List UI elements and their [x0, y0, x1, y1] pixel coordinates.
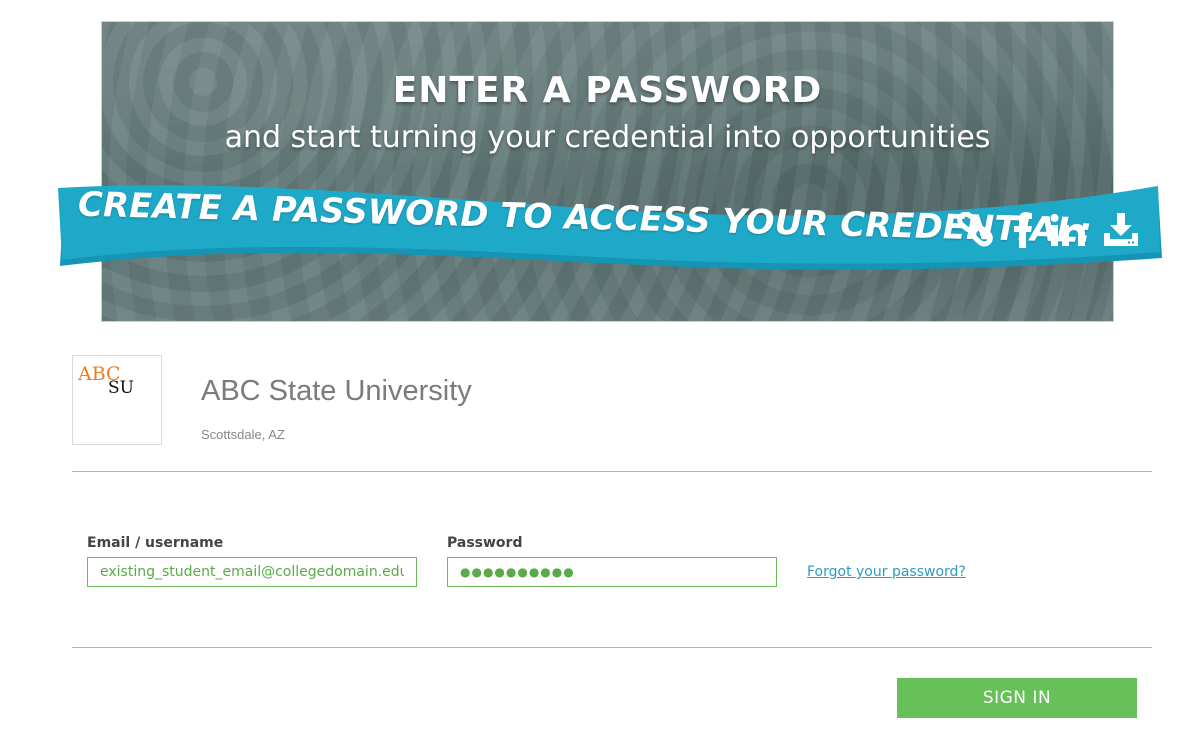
email-label: Email / username	[87, 535, 224, 551]
password-label: Password	[447, 535, 523, 551]
forgot-password-link[interactable]: Forgot your password?	[807, 564, 966, 580]
hero-banner: ENTER A PASSWORD and start turning your …	[101, 21, 1114, 322]
school-logo: ABC SU	[72, 355, 162, 445]
banner-background-image	[102, 22, 1113, 321]
banner-title: ENTER A PASSWORD	[392, 70, 823, 111]
email-field[interactable]	[87, 557, 417, 587]
link-icon	[957, 212, 993, 247]
logo-text-su: SU	[108, 378, 134, 398]
password-field[interactable]	[447, 557, 777, 587]
banner-subtitle: and start turning your credential into o…	[224, 120, 991, 155]
sign-in-button[interactable]: SIGN IN	[897, 678, 1137, 718]
school-name: ABC State University	[201, 375, 472, 407]
divider-bottom	[72, 647, 1152, 648]
facebook-icon	[1014, 212, 1032, 248]
divider-top	[72, 471, 1152, 472]
page: ENTER A PASSWORD and start turning your …	[0, 0, 1181, 749]
download-icon	[1104, 213, 1138, 246]
ribbon-icons	[956, 212, 1140, 248]
linkedin-icon	[1050, 214, 1085, 246]
school-location: Scottsdale, AZ	[201, 427, 285, 442]
